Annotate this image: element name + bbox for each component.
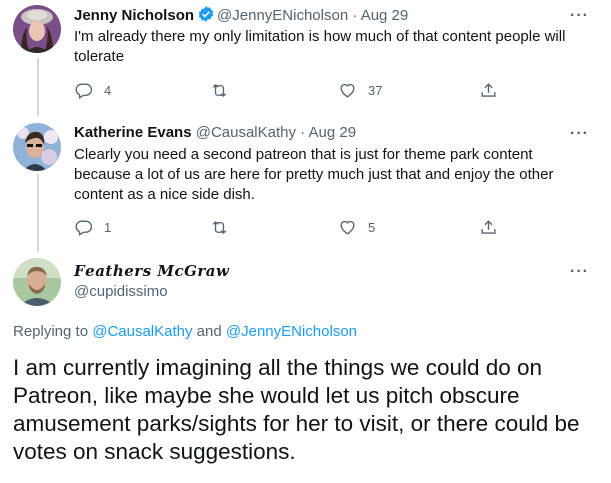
- more-options-icon[interactable]: ···: [570, 125, 589, 143]
- replying-to-and: and: [192, 323, 226, 340]
- avatar[interactable]: [13, 5, 61, 53]
- avatar[interactable]: [13, 123, 61, 171]
- more-options-icon[interactable]: ···: [570, 263, 589, 281]
- avatar[interactable]: [13, 258, 61, 306]
- author-name[interactable]: Jenny Nicholson: [74, 7, 194, 24]
- author-handle[interactable]: @cupidissimo: [74, 283, 168, 300]
- reply-button[interactable]: 4: [74, 81, 111, 100]
- heart-icon: [340, 83, 355, 98]
- heart-icon: [340, 220, 355, 235]
- tweet-actions: 4 37: [74, 81, 504, 101]
- retweet-icon: [212, 221, 227, 234]
- tweet-date[interactable]: Aug 29: [309, 124, 357, 141]
- share-icon: [481, 220, 496, 234]
- more-options-icon[interactable]: ···: [570, 7, 589, 25]
- like-count: 5: [368, 220, 376, 235]
- like-button[interactable]: 5: [338, 218, 375, 237]
- replying-to-line: Replying to @CausalKathy and @JennyENich…: [13, 323, 357, 340]
- reply-icon: [75, 83, 93, 99]
- verified-badge-icon: [197, 5, 215, 29]
- reply-button[interactable]: 1: [74, 218, 111, 237]
- tweet-date[interactable]: Aug 29: [361, 7, 409, 24]
- mention-link[interactable]: @JennyENicholson: [226, 323, 357, 340]
- reply-count: 1: [104, 220, 112, 235]
- author-name[interactable]: Katherine Evans: [74, 124, 192, 141]
- like-count: 37: [368, 83, 383, 98]
- share-button[interactable]: [479, 81, 498, 100]
- share-icon: [481, 83, 496, 97]
- reply-count: 4: [104, 83, 112, 98]
- separator-dot: ·: [352, 7, 358, 24]
- reply-icon: [75, 220, 93, 236]
- main-tweet-text: I am currently imagining all the things …: [13, 355, 580, 464]
- tweet-text: Clearly you need a second patreon that i…: [74, 146, 554, 203]
- author-handle[interactable]: @JennyENicholson: [217, 7, 348, 24]
- retweet-icon: [212, 84, 227, 97]
- author-name[interactable]: 𝑭𝒆𝒂𝒕𝒉𝒆𝒓𝒔 𝑴𝒄𝑮𝒓𝒂𝒘: [74, 262, 229, 280]
- share-button[interactable]: [479, 218, 498, 237]
- tweet-actions: 1 5: [74, 218, 504, 238]
- retweet-button[interactable]: [210, 81, 240, 100]
- replying-to-label: Replying to: [13, 323, 93, 340]
- retweet-button[interactable]: [210, 218, 240, 237]
- author-handle[interactable]: @CausalKathy: [196, 124, 296, 141]
- tweet-header: Katherine Evans @CausalKathy · Aug 29: [74, 123, 356, 143]
- tweet[interactable]: Jenny Nicholson @JennyENicholson · Aug 29…: [0, 5, 611, 105]
- tweet-text: I'm already there my only limitation is …: [74, 28, 566, 65]
- tweet-header: Jenny Nicholson @JennyENicholson · Aug 29: [74, 5, 408, 29]
- tweet[interactable]: Katherine Evans @CausalKathy · Aug 29 ··…: [0, 123, 611, 238]
- like-button[interactable]: 37: [338, 81, 382, 100]
- mention-link[interactable]: @CausalKathy: [92, 323, 192, 340]
- separator-dot: ·: [300, 124, 306, 141]
